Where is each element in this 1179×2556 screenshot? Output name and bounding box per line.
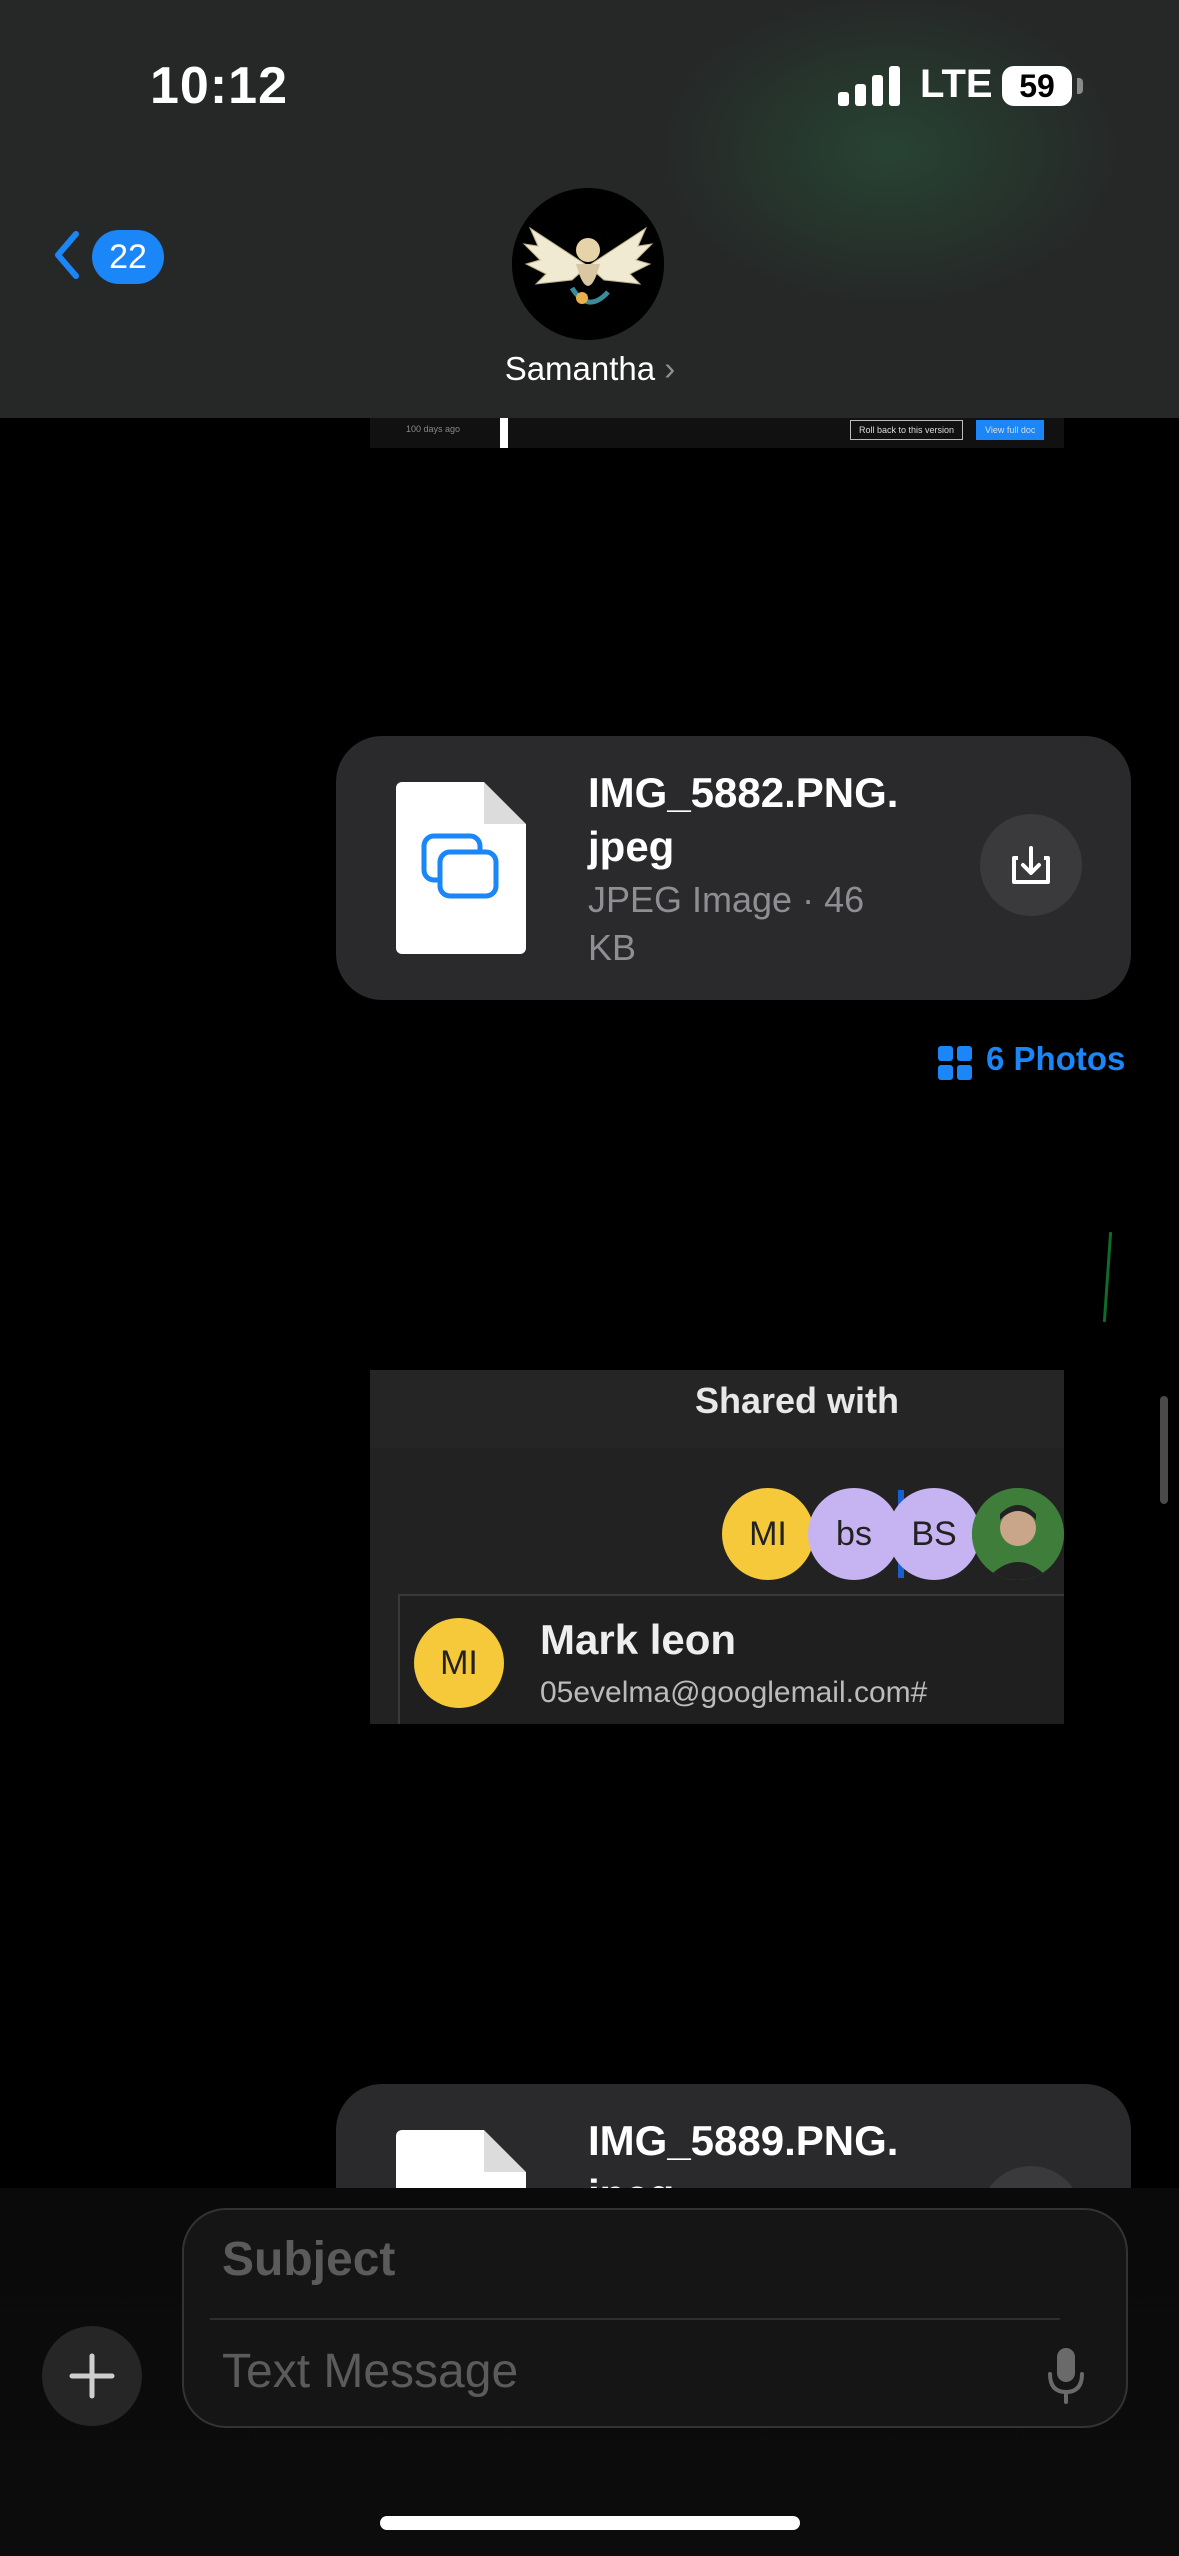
avatar-chip: BS: [888, 1488, 980, 1580]
avatar-photo: [972, 1488, 1064, 1580]
image-viewfull-label: View full doc: [976, 420, 1045, 440]
file-attachment-bubble[interactable]: IMG_5882.PNG. jpeg JPEG Image · 46 KB: [336, 736, 1131, 1000]
file-meta: JPEG Image · 46 KB: [588, 879, 865, 968]
composer-divider: [210, 2318, 1060, 2320]
download-icon: [1012, 846, 1050, 884]
battery-nub: [1077, 78, 1083, 94]
network-type: LTE: [920, 62, 993, 106]
person-email: 05evelma@googlemail.com#: [540, 1676, 928, 1709]
back-button[interactable]: 22: [40, 220, 180, 290]
home-indicator[interactable]: [380, 2516, 800, 2530]
file-name: IMG_5882.PNG. jpeg: [588, 769, 899, 870]
file-attachment-bubble[interactable]: IMG_5889.PNG. jpeg: [336, 2084, 1131, 2194]
plus-icon: [69, 2353, 115, 2399]
text-message-input[interactable]: Text Message: [222, 2344, 518, 2399]
shared-person-row: MI Mark leon 05evelma@googlemail.com#: [398, 1594, 1064, 1724]
image-caption: 100 days ago: [406, 424, 461, 434]
person-avatar: MI: [414, 1618, 504, 1708]
chevron-right-icon: ›: [655, 350, 676, 387]
add-attachment-button[interactable]: [42, 2326, 142, 2426]
avatar-chip: bs: [808, 1488, 900, 1580]
conversation-header: 10:12 LTE 59 22 Samantha ›: [0, 0, 1179, 418]
document-icon: [396, 782, 526, 954]
image-copy-icon: [421, 833, 499, 899]
decorative-line: [1102, 1232, 1113, 1322]
avatar-chip: MI: [722, 1488, 814, 1580]
scroll-indicator[interactable]: [1160, 1396, 1168, 1504]
image-attachment[interactable]: Shared with MI bs BS MI Mark leon 05evel…: [370, 1370, 1064, 1724]
status-time: 10:12: [150, 57, 288, 115]
battery-icon: 59: [1002, 66, 1072, 106]
microphone-icon[interactable]: [1044, 2346, 1088, 2406]
unread-count-badge: 22: [92, 230, 208, 284]
subject-input[interactable]: Subject: [222, 2232, 395, 2287]
contact-name-button[interactable]: Samantha ›: [490, 350, 690, 388]
image-rollback-label: Roll back to this version: [850, 420, 964, 440]
avatar-wings-image: [512, 188, 664, 340]
photos-stack-link[interactable]: 6 Photos: [986, 1040, 1125, 1078]
contact-avatar[interactable]: [512, 188, 664, 340]
message-composer: Subject Text Message: [182, 2208, 1128, 2428]
download-button[interactable]: [980, 814, 1082, 916]
file-name: IMG_5889.PNG. jpeg: [588, 2117, 899, 2194]
document-icon: [396, 2130, 526, 2194]
back-chevron-icon: [55, 231, 79, 279]
image-divider: [500, 418, 508, 448]
person-name: Mark leon: [540, 1616, 737, 1663]
cellular-signal-icon: [838, 66, 900, 106]
image-title: Shared with: [694, 1380, 900, 1421]
contact-name: Samantha: [504, 350, 656, 387]
photos-grid-icon: [938, 1046, 972, 1080]
image-attachment-partial[interactable]: 100 days ago Roll back to this version V…: [370, 418, 1064, 448]
